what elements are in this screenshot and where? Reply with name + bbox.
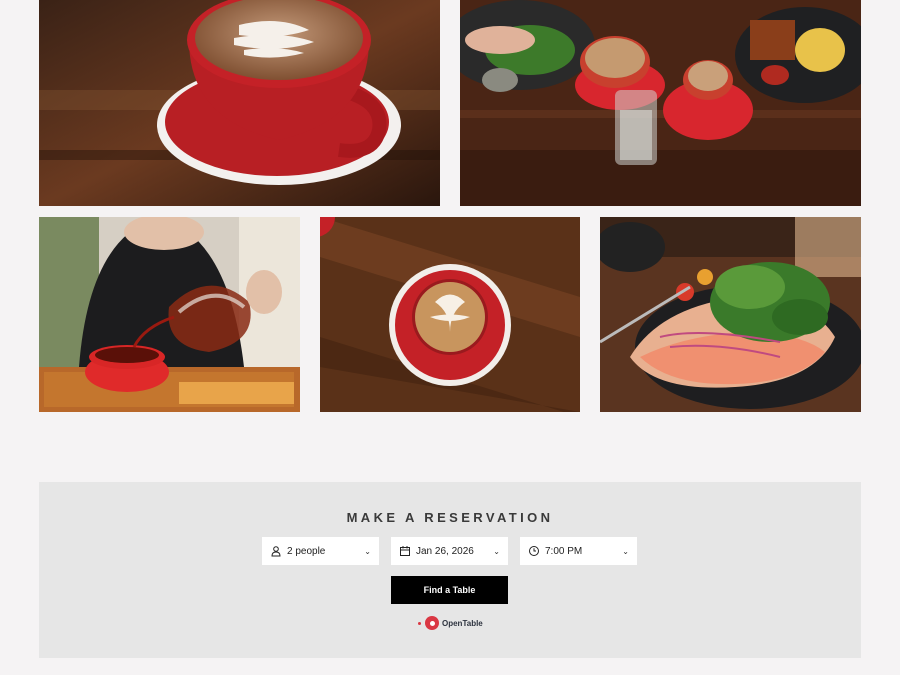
gallery-photo-coffee-overhead (320, 217, 580, 412)
opentable-ring-icon (425, 616, 439, 630)
time-select[interactable]: 7:00 PM ⌄ (520, 537, 637, 565)
find-table-button[interactable]: Find a Table (391, 576, 508, 604)
opentable-dot-icon (418, 621, 421, 625)
date-select[interactable]: Jan 26, 2026 ⌄ (391, 537, 508, 565)
time-value: 7:00 PM (545, 545, 583, 557)
gallery-photo-tea-pour (39, 217, 300, 412)
opentable-wordmark: OpenTable (442, 618, 483, 628)
person-icon (270, 545, 282, 557)
gallery-photo-latte (39, 0, 440, 206)
clock-icon (528, 545, 540, 557)
chevron-down-icon: ⌄ (364, 546, 371, 556)
chevron-down-icon: ⌄ (493, 546, 500, 556)
chevron-down-icon: ⌄ (622, 546, 629, 556)
gallery-photo-salmon-toast (600, 217, 861, 412)
reservation-widget: MAKE A RESERVATION 2 people ⌄ Jan 26, 20… (39, 482, 861, 658)
party-size-value: 2 people (287, 545, 326, 557)
gallery-photo-brunch (460, 0, 861, 206)
opentable-logo[interactable]: OpenTable (418, 616, 483, 630)
date-value: Jan 26, 2026 (416, 545, 474, 557)
party-size-select[interactable]: 2 people ⌄ (262, 537, 379, 565)
calendar-icon (399, 545, 411, 557)
reservation-title: MAKE A RESERVATION (346, 510, 554, 525)
